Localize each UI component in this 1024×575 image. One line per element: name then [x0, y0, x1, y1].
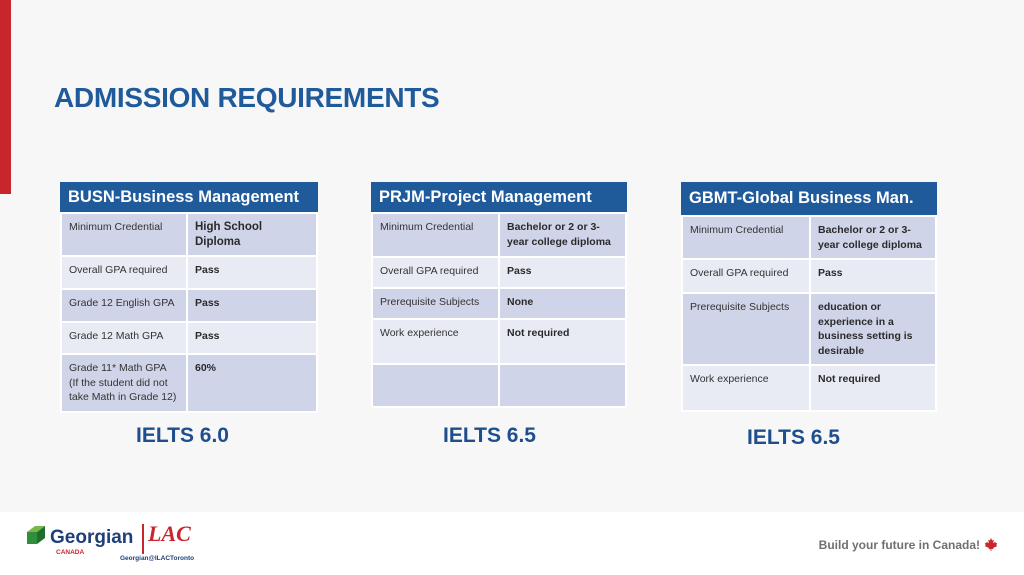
requirement-label [371, 363, 500, 408]
program-header: GBMT-Global Business Man. [681, 182, 937, 215]
requirement-value: Pass [498, 256, 627, 289]
requirement-label: Prerequisite Subjects [371, 287, 500, 320]
program-panel-busn: BUSN-Business Management Minimum Credent… [60, 182, 318, 413]
requirement-label: Minimum Credential [60, 212, 188, 257]
table-row: Overall GPA required Pass [371, 256, 627, 289]
requirement-value: Bachelor or 2 or 3-year college diploma [498, 212, 627, 258]
program-panel-gbmt: GBMT-Global Business Man. Minimum Creden… [681, 182, 937, 412]
accent-bar [0, 0, 11, 194]
requirement-label: Overall GPA required [371, 256, 500, 289]
requirement-value: Pass [186, 288, 318, 323]
page-title: ADMISSION REQUIREMENTS [54, 82, 440, 113]
requirement-label: Overall GPA required [681, 258, 811, 294]
table-row: Overall GPA required Pass [60, 255, 318, 290]
requirement-label: Minimum Credential [371, 212, 500, 258]
requirement-value: Not required [809, 364, 937, 412]
georgian-logo-icon [27, 526, 45, 544]
table-row: Overall GPA required Pass [681, 258, 937, 294]
requirement-label: Grade 12 English GPA [60, 288, 188, 323]
table-row: Grade 12 English GPA Pass [60, 288, 318, 323]
requirement-label: Work experience [371, 318, 500, 365]
footer-tagline: Build your future in Canada! [818, 538, 980, 552]
requirement-label: Grade 11* Math GPA (If the student did n… [60, 353, 188, 413]
requirement-label: Overall GPA required [60, 255, 188, 290]
requirement-value [498, 363, 627, 408]
table-row: Work experience Not required [681, 364, 937, 412]
lac-logo-sub: Georgian@ILACToronto [120, 555, 195, 562]
ielts-score: IELTS 6.5 [747, 426, 840, 449]
requirement-value: None [498, 287, 627, 320]
requirement-value: High School Diploma [186, 212, 318, 257]
requirement-value: Not required [498, 318, 627, 365]
requirement-value: Bachelor or 2 or 3-year college diploma [809, 215, 937, 260]
georgian-logo-sub: CANADA [56, 549, 85, 556]
ielts-score: IELTS 6.0 [136, 424, 229, 447]
table-row: Grade 12 Math GPA Pass [60, 321, 318, 355]
georgian-logo-text: Georgian [50, 527, 134, 548]
lac-logo-text: LAC [148, 521, 191, 546]
requirement-label: Minimum Credential [681, 215, 811, 260]
requirement-value: Pass [186, 321, 318, 355]
table-row: Minimum Credential Bachelor or 2 or 3-ye… [681, 215, 937, 260]
requirement-value: 60% [186, 353, 318, 413]
requirements-table: Minimum Credential Bachelor or 2 or 3-ye… [681, 215, 937, 412]
table-row: Prerequisite Subjects None [371, 287, 627, 320]
requirement-value: Pass [809, 258, 937, 294]
requirement-value: Pass [186, 255, 318, 290]
requirement-label: Prerequisite Subjects [681, 292, 811, 366]
table-row: Minimum Credential High School Diploma [60, 212, 318, 257]
table-row: Minimum Credential Bachelor or 2 or 3-ye… [371, 212, 627, 258]
maple-leaf-icon [984, 537, 998, 551]
requirement-label: Grade 12 Math GPA [60, 321, 188, 355]
requirements-table: Minimum Credential Bachelor or 2 or 3-ye… [371, 212, 627, 408]
program-header: PRJM-Project Management [371, 182, 627, 212]
logo-divider [142, 524, 144, 554]
ielts-score: IELTS 6.5 [443, 424, 536, 447]
program-panel-prjm: PRJM-Project Management Minimum Credenti… [371, 182, 627, 408]
table-row: Prerequisite Subjects education or exper… [681, 292, 937, 366]
table-row: Grade 11* Math GPA (If the student did n… [60, 353, 318, 413]
requirements-table: Minimum Credential High School Diploma O… [60, 212, 318, 413]
table-row [371, 363, 627, 408]
table-row: Work experience Not required [371, 318, 627, 365]
requirement-label: Work experience [681, 364, 811, 412]
requirement-value: education or experience in a business se… [809, 292, 937, 366]
program-header: BUSN-Business Management [60, 182, 318, 212]
